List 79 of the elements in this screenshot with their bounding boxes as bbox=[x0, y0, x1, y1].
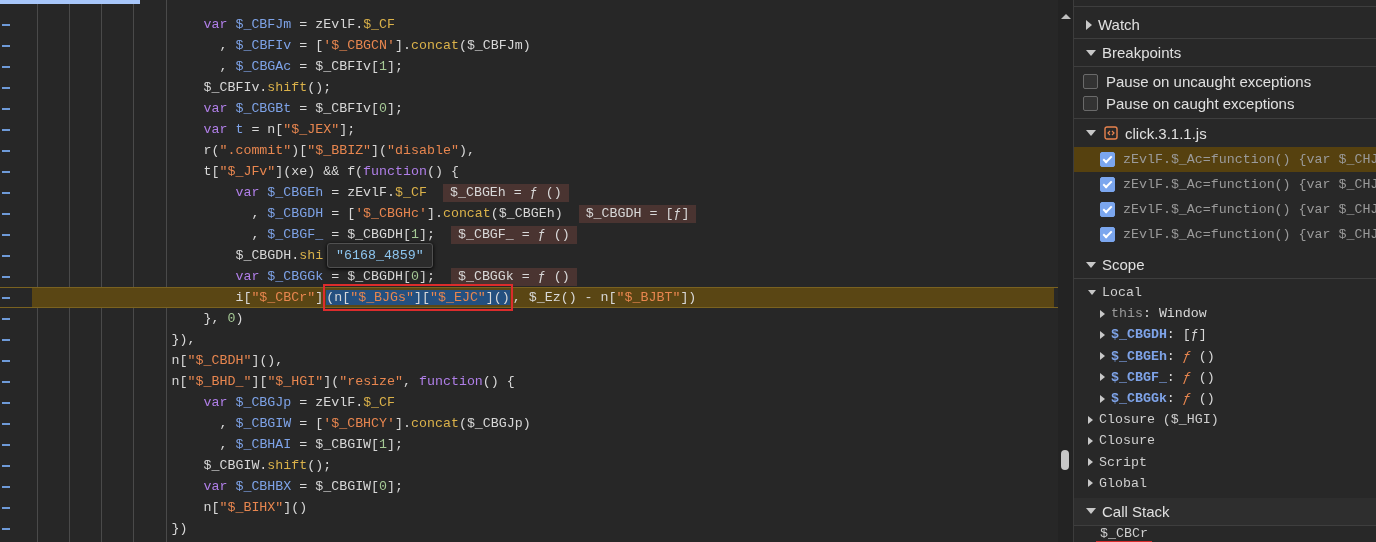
section-header[interactable]: Watch bbox=[1098, 16, 1140, 33]
scope-variable[interactable]: $_CBGGk: ƒ () bbox=[1111, 391, 1215, 407]
file-name[interactable]: click.3.1.1.js bbox=[1125, 124, 1207, 142]
scope-variable[interactable]: $_CBGEh: ƒ () bbox=[1111, 348, 1215, 364]
code-text: $_CBGIW.shift(); bbox=[202, 458, 332, 473]
code-text: var $_CBGEh = zEvlF.$_CF bbox=[234, 185, 427, 200]
code-text: t["$_JFv"](xe) && f(function() { bbox=[202, 164, 459, 179]
scope-variable[interactable]: $_CBGF_: ƒ () bbox=[1111, 369, 1215, 385]
checkbox[interactable] bbox=[1083, 95, 1098, 111]
code-text: }, 0) bbox=[202, 311, 244, 326]
breakpoint-code[interactable]: zEvlF.$_Ac=function() {var $_CHJ bbox=[1123, 227, 1376, 242]
scope-label[interactable]: Script bbox=[1099, 454, 1147, 470]
code-text: var $_CBFJm = zEvlF.$_CF bbox=[202, 17, 396, 32]
checkbox[interactable] bbox=[1100, 152, 1115, 167]
value-tooltip: "6168_4859" bbox=[327, 243, 433, 268]
code-text: i["$_CBCr"] bbox=[234, 290, 324, 305]
code-text: }) bbox=[170, 521, 188, 536]
section-header[interactable]: Call Stack bbox=[1102, 502, 1170, 520]
caret-right-icon[interactable] bbox=[1086, 19, 1092, 30]
code-text: , $_CBGF_ = $_CBGDH[1]; bbox=[250, 227, 435, 242]
code-text: n["$_BIHX"]() bbox=[202, 500, 308, 515]
code-text: var $_CBGJp = zEvlF.$_CF bbox=[202, 395, 396, 410]
call-frame[interactable]: $_CBCr bbox=[1096, 525, 1152, 542]
code-text: , $_CBFIv = ['$_CBGCN'].concat($_CBFJm) bbox=[218, 38, 531, 53]
caret-right-icon[interactable] bbox=[1088, 436, 1093, 445]
scope-variable[interactable]: $_CBGDH: [ƒ] bbox=[1111, 327, 1207, 343]
code-text: var t = n["$_JEX"]; bbox=[202, 122, 356, 137]
breakpoint-code[interactable]: zEvlF.$_Ac=function() {var $_CHJ bbox=[1123, 202, 1376, 217]
file-code-icon bbox=[1104, 126, 1118, 140]
option-label[interactable]: Pause on caught exceptions bbox=[1106, 94, 1295, 112]
checkbox[interactable] bbox=[1100, 202, 1115, 217]
code-text: , $_CBGIW = ['$_CBHCY'].concat($_CBGJp) bbox=[218, 416, 531, 431]
code-text: $_CBFIv.shift(); bbox=[202, 80, 332, 95]
caret-right-icon[interactable] bbox=[1100, 373, 1105, 382]
code-text: }), bbox=[170, 332, 196, 347]
caret-down-icon[interactable] bbox=[1086, 49, 1096, 56]
inline-value: $_CBGEh = ƒ () bbox=[442, 183, 569, 202]
scope-label[interactable]: Local bbox=[1102, 285, 1142, 301]
inline-value: $_CBGGk = ƒ () bbox=[450, 267, 577, 286]
scrollbar-thumb[interactable] bbox=[1061, 450, 1069, 470]
caret-right-icon[interactable] bbox=[1088, 458, 1093, 467]
breakpoint-row-highlight[interactable]: zEvlF.$_Ac=function() {var $_CHJ bbox=[1074, 147, 1376, 172]
code-text: , $_CBGAc = $_CBFIv[1]; bbox=[218, 59, 404, 74]
checkbox[interactable] bbox=[1100, 227, 1115, 242]
section-header[interactable]: Scope bbox=[1102, 256, 1145, 273]
scope-label[interactable]: Closure bbox=[1099, 433, 1155, 449]
code-text: , $_CBGDH = ['$_CBGHc'].concat($_CBGEh) bbox=[250, 206, 563, 221]
option-label[interactable]: Pause on uncaught exceptions bbox=[1106, 72, 1312, 90]
caret-right-icon[interactable] bbox=[1088, 415, 1093, 424]
caret-down-icon[interactable] bbox=[1088, 290, 1096, 296]
code-text: $_CBGDH.shi bbox=[234, 248, 324, 263]
section-header[interactable]: Breakpoints bbox=[1102, 44, 1182, 61]
code-text: , $_Ez() - n["$_BJBT"]) bbox=[512, 290, 697, 305]
caret-down-icon[interactable] bbox=[1086, 261, 1096, 268]
caret-down-icon[interactable] bbox=[1086, 508, 1096, 515]
breakpoint-code[interactable]: zEvlF.$_Ac=function() {var $_CHJ bbox=[1123, 177, 1376, 192]
checkbox[interactable] bbox=[1083, 73, 1098, 89]
inline-value: $_CBGDH = [ƒ] bbox=[578, 204, 697, 223]
caret-right-icon[interactable] bbox=[1100, 394, 1105, 403]
scope-label[interactable]: Global bbox=[1099, 475, 1147, 491]
code-text: n["$_BHD_"]["$_HGI"]("resize", function() { bbox=[170, 374, 515, 389]
scope-variable[interactable]: this: Window bbox=[1111, 306, 1207, 322]
scroll-up-arrow-icon[interactable] bbox=[1061, 14, 1071, 19]
selected-code: (n["$_BJGs"]["$_EJC"]() bbox=[326, 290, 510, 305]
inline-value: $_CBGF_ = ƒ () bbox=[450, 225, 577, 244]
code-text: var $_CBGBt = $_CBFIv[0]; bbox=[202, 101, 404, 116]
caret-right-icon[interactable] bbox=[1100, 309, 1105, 318]
caret-right-icon[interactable] bbox=[1088, 479, 1093, 488]
code-text: r(".commit")["$_BBIZ"]("disable"), bbox=[202, 143, 475, 158]
scope-label[interactable]: Closure ($_HGI) bbox=[1099, 412, 1219, 428]
breakpoint-code[interactable]: zEvlF.$_Ac=function() {var $_CHJ bbox=[1123, 152, 1376, 167]
checkbox[interactable] bbox=[1100, 177, 1115, 192]
code-text: , $_CBHAI = $_CBGIW[1]; bbox=[218, 437, 404, 452]
code-text: var $_CBGGk = $_CBGDH[0]; bbox=[234, 269, 435, 284]
code-text: var $_CBHBX = $_CBGIW[0]; bbox=[202, 479, 404, 494]
caret-down-icon[interactable] bbox=[1086, 130, 1096, 136]
code-text: n["$_CBDH"](), bbox=[170, 353, 284, 368]
caret-right-icon[interactable] bbox=[1100, 352, 1105, 361]
caret-right-icon[interactable] bbox=[1100, 330, 1105, 339]
